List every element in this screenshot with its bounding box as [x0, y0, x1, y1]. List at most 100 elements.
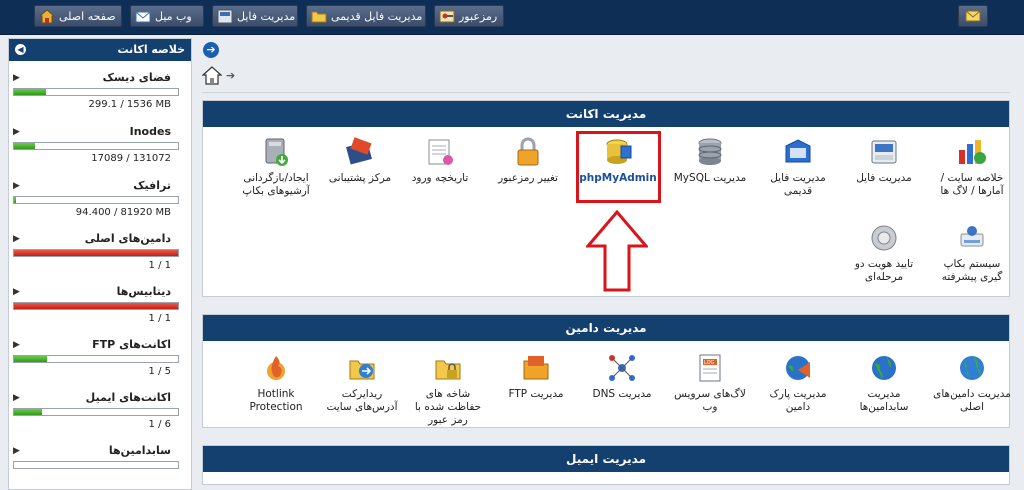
ftp-icon — [520, 352, 552, 384]
login-history-icon — [424, 136, 456, 168]
usage-bar — [13, 355, 179, 363]
parked-domain-icon — [782, 352, 814, 384]
database-icon — [694, 136, 726, 168]
stat-label: Inodes — [129, 125, 171, 138]
tile-label: تایید هویت دو مرحله‌ای — [854, 258, 914, 283]
tile-stats[interactable]: خلاصه سایت / آمارها / لاگ ها — [932, 136, 1012, 198]
red-up-arrow-icon — [586, 210, 648, 292]
home-icon — [39, 9, 55, 24]
tile-support[interactable]: مرکز پشتیبانی — [320, 136, 400, 185]
account-panel-title: مدیریت اکانت — [203, 101, 1009, 127]
legacy-file-manager-icon — [782, 136, 814, 168]
tile-parked-domain[interactable]: مدیریت پارک دامین — [758, 352, 838, 414]
expand-arrow-icon[interactable]: ▶ — [13, 181, 20, 191]
usage-bar-fill — [14, 356, 47, 362]
breadcrumb-home-icon[interactable] — [202, 66, 222, 86]
tile-label: Hotlink Protection — [249, 388, 303, 413]
stat-value: 1 / 6 — [148, 419, 171, 430]
folder-icon — [311, 11, 327, 23]
tile-hotlink[interactable]: Hotlink Protection — [236, 352, 316, 414]
breadcrumb-arrow-icon: ➔ — [226, 69, 236, 82]
redirect-icon — [346, 352, 378, 384]
home-button[interactable]: صفحه اصلی — [34, 5, 122, 27]
email-management-panel: مدیریت ایمیل — [202, 445, 1010, 485]
webmail-button[interactable]: وب میل — [130, 5, 204, 27]
tile-legacy-file-manager[interactable]: مدیریت فایل قدیمی — [758, 136, 838, 198]
tile-file-manager[interactable]: مدیریت فایل — [844, 136, 924, 185]
tile-label: سیستم بکاپ گیری پیشرفته — [941, 258, 1003, 283]
tile-protected-folder[interactable]: شاخه های حفاظت شده با رمز عبور — [408, 352, 488, 427]
tile-redirect[interactable]: ریدایرکت آدرس‌های سایت — [322, 352, 402, 414]
notifications-button[interactable] — [958, 5, 988, 27]
expand-arrow-icon[interactable]: ▶ — [13, 446, 20, 456]
lock-icon — [512, 136, 544, 168]
expand-arrow-icon[interactable]: ▶ — [13, 73, 20, 83]
expand-arrow-icon[interactable]: ▶ — [13, 234, 20, 244]
tile-two-factor[interactable]: تایید هویت دو مرحله‌ای — [844, 222, 924, 284]
usage-bar — [13, 408, 179, 416]
usage-bar-fill — [14, 409, 42, 415]
tile-subdomain-globe[interactable]: مدیریت سابدامین‌ها — [844, 352, 924, 414]
stat-value: 94.400 / 81920 MB — [75, 207, 171, 218]
password-button-label: رمزعبور — [459, 10, 498, 23]
expand-arrow-icon[interactable]: ▶ — [13, 127, 20, 137]
stat-label: اکانت‌های FTP — [92, 338, 171, 351]
tile-label: خلاصه سایت / آمارها / لاگ ها — [940, 172, 1004, 197]
tile-database[interactable]: مدیریت MySQL — [670, 136, 750, 185]
tile-dns[interactable]: مدیریت DNS — [582, 352, 662, 401]
stat-label: سابدامین‌ها — [108, 444, 171, 457]
tile-label: مدیریت دامین‌های اصلی — [933, 388, 1011, 413]
expand-arrow-icon[interactable]: ▶ — [13, 287, 20, 297]
usage-bar — [13, 142, 179, 150]
tile-label: مدیریت MySQL — [673, 172, 747, 184]
stat-value: 1 / 1 — [148, 260, 171, 271]
stat-value: 17089 / 131072 — [91, 153, 171, 164]
tile-globe[interactable]: مدیریت دامین‌های اصلی — [932, 352, 1012, 414]
file-manager-button[interactable]: مدیریت فایل — [212, 5, 298, 27]
envelope-icon — [965, 10, 981, 22]
forward-arrow-icon[interactable]: ➔ — [203, 42, 219, 58]
tile-lock[interactable]: تغییر رمزعبور — [488, 136, 568, 185]
tile-ftp[interactable]: مدیریت FTP — [496, 352, 576, 401]
globe-icon — [956, 352, 988, 384]
stat-label: ترافیک — [133, 179, 171, 192]
sidebar-header: خلاصه اکانت ◀ — [9, 39, 191, 61]
legacy-file-manager-button-label: مدیریت فایل قدیمی — [331, 10, 423, 23]
hotlink-icon — [260, 352, 292, 384]
tile-label: مدیریت DNS — [592, 388, 652, 400]
usage-bar — [13, 249, 179, 257]
tile-label: مرکز پشتیبانی — [328, 172, 392, 184]
webmail-icon — [135, 11, 151, 23]
tile-backup-archive[interactable]: ایجاد/بازگردانی آرشیوهای بکاپ — [236, 136, 316, 198]
home-button-label: صفحه اصلی — [59, 10, 116, 23]
tile-label: مدیریت سابدامین‌ها — [859, 388, 909, 413]
tile-label: شاخه های حفاظت شده با رمز عبور — [414, 388, 482, 426]
account-summary-sidebar: خلاصه اکانت ◀ ▶ فضای دیسک 299.1 / 1536 MB ▶… — [8, 38, 192, 490]
file-manager-icon — [217, 9, 233, 24]
two-factor-icon — [868, 222, 900, 254]
expand-arrow-icon[interactable]: ▶ — [13, 393, 20, 403]
tile-backup-system[interactable]: سیستم بکاپ گیری پیشرفته — [932, 222, 1012, 284]
expand-arrow-icon[interactable]: ▶ — [13, 340, 20, 350]
tile-login-history[interactable]: تاریخچه ورود — [400, 136, 480, 185]
usage-bar-fill — [14, 303, 178, 309]
tile-log-file[interactable]: LOG لاگ‌های سرویس وب — [670, 352, 750, 414]
backup-system-icon — [956, 222, 988, 254]
protected-folder-icon — [432, 352, 464, 384]
collapse-icon[interactable]: ◀ — [15, 44, 26, 55]
usage-bar-fill — [14, 143, 35, 149]
stat-label: دامین‌های اصلی — [84, 232, 171, 245]
tile-label: مدیریت فایل — [856, 172, 912, 184]
tile-label: مدیریت FTP — [508, 388, 564, 400]
legacy-file-manager-button[interactable]: مدیریت فایل قدیمی — [306, 5, 426, 27]
top-navigation-bar: صفحه اصلی وب میل مدیریت فایل مدیریت فایل… — [0, 0, 1024, 35]
tile-label: لاگ‌های سرویس وب — [674, 388, 746, 413]
usage-bar — [13, 302, 179, 310]
subdomain-globe-icon — [868, 352, 900, 384]
stat-value: 299.1 / 1536 MB — [88, 99, 171, 110]
password-button[interactable]: رمزعبور — [434, 5, 504, 27]
usage-bar-fill — [14, 197, 16, 203]
tile-label: مدیریت فایل قدیمی — [770, 172, 826, 197]
domain-panel-title: مدیریت دامین — [203, 315, 1009, 341]
tile-label: تغییر رمزعبور — [498, 172, 558, 184]
